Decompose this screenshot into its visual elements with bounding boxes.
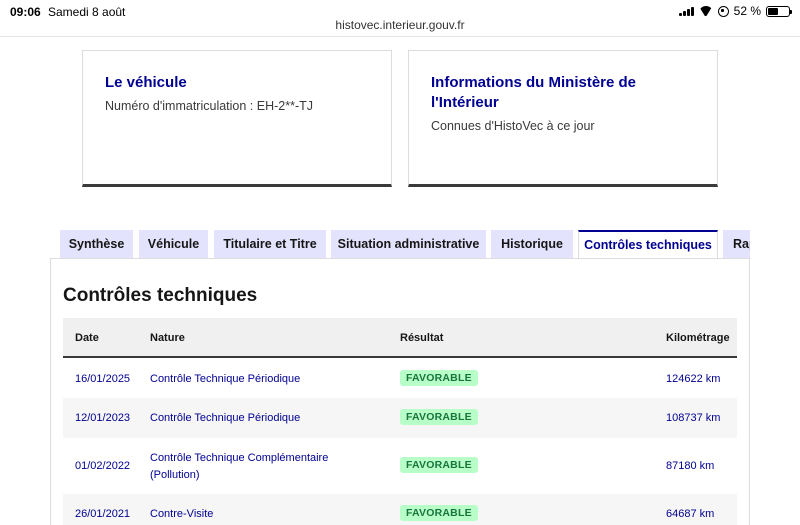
ministry-card: Informations du Ministère de l'Intérieur…	[408, 50, 718, 187]
tab-vehicule[interactable]: Véhicule	[139, 230, 208, 258]
orientation-lock-icon	[717, 5, 729, 17]
column-nature: Nature	[150, 332, 185, 344]
column-mileage: Kilométrage	[666, 332, 730, 344]
inspections-table: Date Nature Résultat Kilométrage 16/01/2…	[63, 318, 737, 525]
header-divider	[0, 36, 800, 37]
tab-synthese[interactable]: Synthèse	[60, 230, 133, 258]
address-bar[interactable]: histovec.interieur.gouv.fr	[0, 18, 800, 32]
status-time: 09:06	[10, 5, 41, 19]
row-mileage: 64687 km	[666, 508, 715, 520]
tab-historique[interactable]: Historique	[491, 230, 573, 258]
result-badge: FAVORABLE	[400, 409, 478, 425]
table-row: 01/02/2022 Contrôle Technique Complément…	[63, 438, 737, 494]
row-mileage: 124622 km	[666, 373, 721, 385]
row-date: 16/01/2025	[75, 373, 131, 385]
vehicle-card: Le véhicule Numéro d'immatriculation : E…	[82, 50, 392, 187]
table-row: 12/01/2023 Contrôle Technique Périodique…	[63, 398, 737, 438]
signal-icon	[678, 6, 694, 16]
row-nature: Contre-Visite	[150, 508, 214, 520]
table-row: 16/01/2025 Contrôle Technique Périodique…	[63, 358, 737, 398]
row-nature: Contrôle Technique Complémentaire	[150, 452, 329, 464]
tab-titulaire[interactable]: Titulaire et Titre	[214, 230, 326, 258]
ministry-card-subtitle: Connues d'HistoVec à ce jour	[431, 119, 595, 133]
row-date: 01/02/2022	[75, 460, 131, 472]
result-badge: FAVORABLE	[400, 457, 478, 473]
section-title: Contrôles techniques	[63, 285, 258, 306]
battery-icon	[766, 5, 792, 17]
row-mileage: 108737 km	[666, 412, 721, 424]
url-text: histovec.interieur.gouv.fr	[335, 18, 465, 32]
row-nature-continued: (Pollution)	[150, 469, 200, 481]
result-badge: FAVORABLE	[400, 370, 478, 386]
row-date: 26/01/2021	[75, 508, 131, 520]
wifi-icon	[699, 6, 713, 16]
battery-percent: 52 %	[733, 4, 761, 18]
status-date: Samedi 8 août	[48, 5, 126, 19]
column-date: Date	[75, 332, 99, 344]
row-date: 12/01/2023	[75, 412, 131, 424]
column-result: Résultat	[400, 332, 444, 344]
tab-controles-techniques[interactable]: Contrôles techniques	[578, 230, 718, 258]
table-row: 26/01/2021 Contre-Visite FAVORABLE 64687…	[63, 494, 737, 525]
vehicle-card-title: Le véhicule	[105, 74, 187, 91]
row-nature: Contrôle Technique Périodique	[150, 412, 301, 424]
result-badge: FAVORABLE	[400, 505, 478, 521]
table-header: Date Nature Résultat Kilométrage	[63, 318, 737, 358]
row-nature: Contrôle Technique Périodique	[150, 373, 301, 385]
tab-rapport[interactable]: Rap	[723, 230, 750, 258]
row-mileage: 87180 km	[666, 460, 715, 472]
tab-bar: Synthèse Véhicule Titulaire et Titre Sit…	[60, 230, 750, 258]
ministry-card-title: Informations du Ministère de l'Intérieur	[431, 74, 637, 111]
tab-situation-administrative[interactable]: Situation administrative	[331, 230, 486, 258]
status-indicators: 52 %	[678, 4, 792, 18]
registration-number: Numéro d'immatriculation : EH-2**-TJ	[105, 99, 313, 113]
